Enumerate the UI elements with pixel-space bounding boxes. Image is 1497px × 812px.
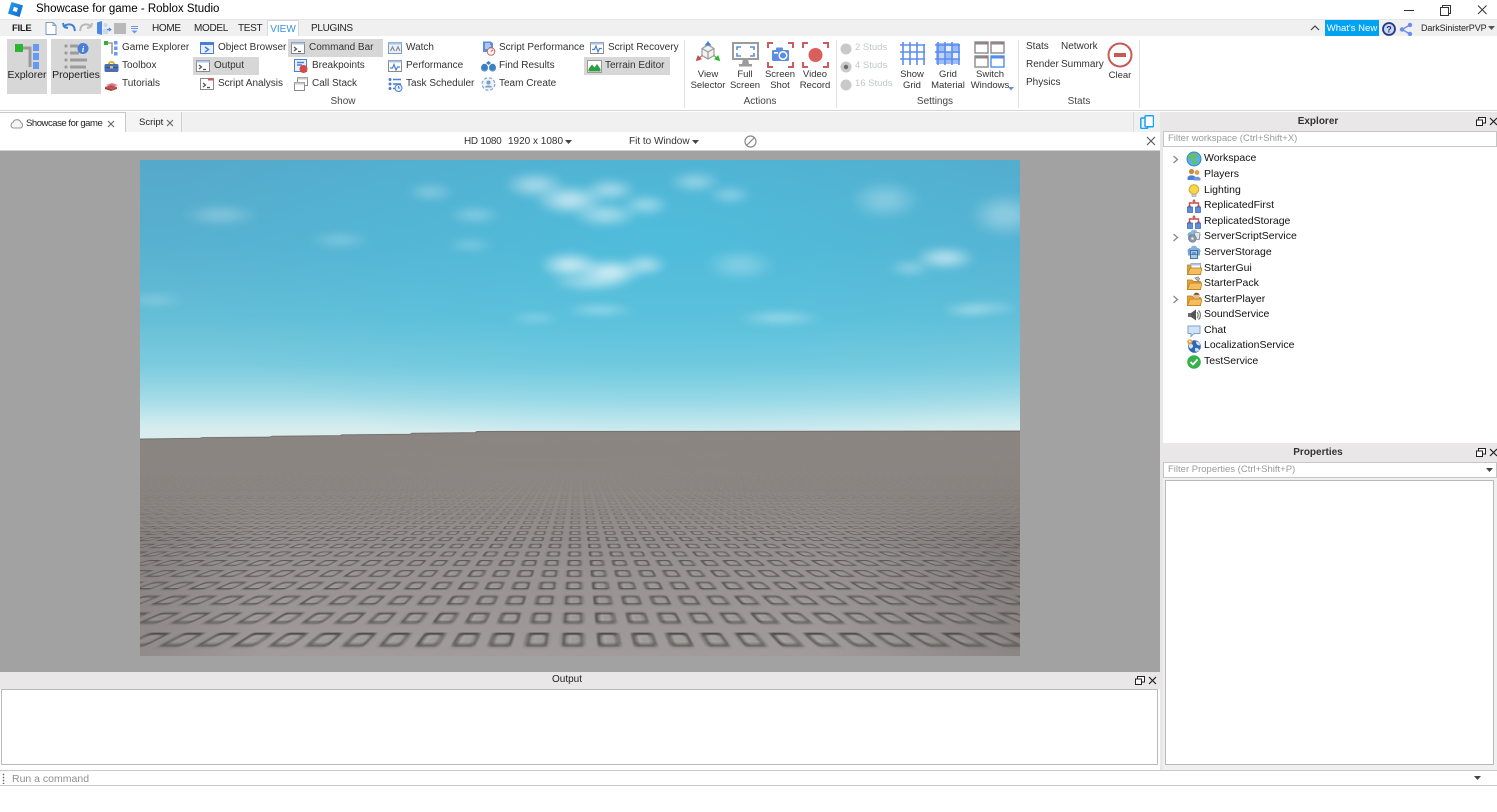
svg-text:?: ? bbox=[1386, 25, 1392, 35]
